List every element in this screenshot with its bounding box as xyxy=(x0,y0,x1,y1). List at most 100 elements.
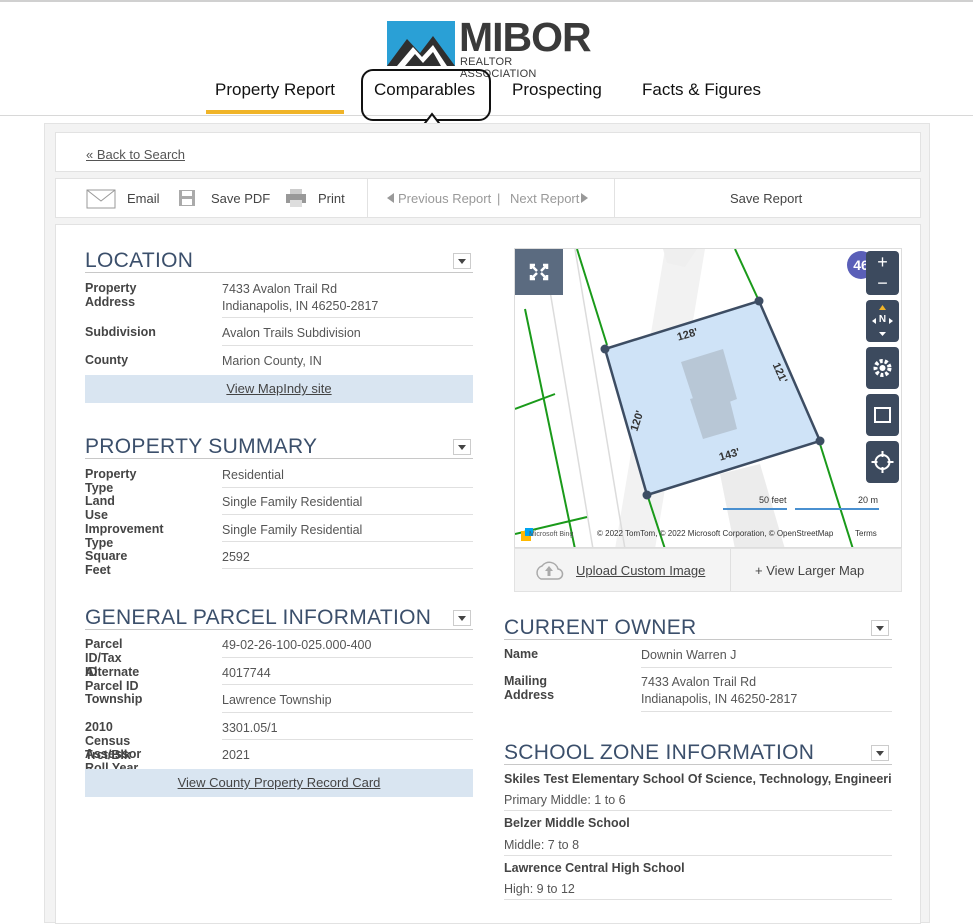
view-mapindy-link[interactable]: View MapIndy site xyxy=(85,375,473,403)
crosshair-icon xyxy=(871,451,894,473)
bing-credit: Microsoft Bing xyxy=(529,531,574,538)
save-report-button[interactable]: Save Report xyxy=(730,191,802,206)
next-report-link[interactable]: Next Report xyxy=(510,191,579,206)
zoom-out-icon[interactable]: − xyxy=(866,273,899,295)
field-value: Avalon Trails Subdivision xyxy=(222,326,361,340)
row-divider xyxy=(222,684,473,685)
back-panel: « Back to Search xyxy=(55,132,921,172)
row-divider xyxy=(222,568,473,569)
field-label: Land Use xyxy=(85,494,115,522)
parcel-info-title: GENERAL PARCEL INFORMATION xyxy=(85,606,432,629)
mountain-logo-icon xyxy=(387,21,455,66)
parcel-map[interactable]: 46 128' 121' 120' 143' 50 feet 20 m Micr… xyxy=(514,248,902,548)
address-line2: Indianapolis, IN 46250-2817 xyxy=(222,299,379,313)
field-label: Mailing Address xyxy=(504,674,555,702)
fullscreen-button[interactable] xyxy=(515,249,563,295)
email-icon[interactable] xyxy=(86,189,116,209)
print-icon[interactable] xyxy=(285,188,307,208)
select-box-icon xyxy=(874,407,891,423)
row-divider xyxy=(504,810,892,811)
row-divider xyxy=(222,345,473,346)
toolbar-separator xyxy=(614,179,615,217)
tab-facts-figures[interactable]: Facts & Figures xyxy=(642,80,761,100)
report-toolbar: Email Save PDF Print Previous Report | N… xyxy=(55,178,921,218)
map-attribution: © 2022 TomTom, © 2022 Microsoft Corporat… xyxy=(597,529,834,538)
map-settings-button[interactable] xyxy=(866,347,899,389)
field-value: Single Family Residential xyxy=(222,495,363,509)
row-divider xyxy=(641,711,892,712)
compass-control[interactable]: N xyxy=(866,300,899,342)
school-grades: Primary Middle: 1 to 6 xyxy=(504,793,626,807)
school-name: Belzer Middle School xyxy=(504,816,630,830)
row-divider xyxy=(222,739,473,740)
zoom-in-icon[interactable]: + xyxy=(866,251,899,273)
save-pdf-button[interactable]: Save PDF xyxy=(211,191,270,206)
collapse-summary-icon[interactable] xyxy=(453,439,471,455)
address-line2: Indianapolis, IN 46250-2817 xyxy=(641,692,798,706)
field-value: 2592 xyxy=(222,550,250,564)
field-label: Improvement Type xyxy=(85,522,164,550)
school-grades: Middle: 7 to 8 xyxy=(504,838,580,852)
gear-icon xyxy=(873,359,892,377)
zoom-controls: + − xyxy=(866,251,899,295)
field-label: Property Type xyxy=(85,467,137,495)
property-summary-title: PROPERTY SUMMARY xyxy=(85,435,318,458)
row-divider xyxy=(222,514,473,515)
row-divider xyxy=(222,487,473,488)
top-border xyxy=(0,0,973,2)
section-divider xyxy=(504,764,892,765)
school-zone-title: SCHOOL ZONE INFORMATION xyxy=(504,741,815,764)
previous-report-link[interactable]: Previous Report xyxy=(398,191,491,206)
section-divider xyxy=(504,639,892,640)
row-divider xyxy=(222,541,473,542)
scale-meters: 20 m xyxy=(858,495,879,505)
field-value: Residential xyxy=(222,468,284,482)
section-divider xyxy=(85,272,473,273)
address-line1: 7433 Avalon Trail Rd xyxy=(222,282,338,296)
tab-prospecting[interactable]: Prospecting xyxy=(512,80,602,100)
field-value: Lawrence Township xyxy=(222,693,332,707)
report-page: « Back to Search Email Save PDF Print Pr… xyxy=(44,123,930,924)
field-value: Downin Warren J xyxy=(641,648,737,662)
field-label: Name xyxy=(504,647,539,661)
field-value: 2021 xyxy=(222,748,250,762)
collapse-owner-icon[interactable] xyxy=(871,620,889,636)
field-label: County xyxy=(85,353,129,367)
map-actions-bar: Upload Custom Image + View Larger Map xyxy=(514,548,902,592)
print-button[interactable]: Print xyxy=(318,191,345,206)
section-divider xyxy=(85,629,473,630)
location-title: LOCATION xyxy=(85,249,194,272)
row-divider xyxy=(504,855,892,856)
email-button[interactable]: Email xyxy=(127,191,160,206)
mibor-logo[interactable]: MIBOR REALTOR ASSOCIATION xyxy=(387,14,592,80)
compass-north-label: N xyxy=(878,314,887,325)
cloud-upload-icon[interactable] xyxy=(533,559,565,581)
field-label: Property Address xyxy=(85,281,137,309)
collapse-school-icon[interactable] xyxy=(871,745,889,761)
collapse-location-icon[interactable] xyxy=(453,253,471,269)
upload-custom-image-link[interactable]: Upload Custom Image xyxy=(576,563,705,578)
current-owner-title: CURRENT OWNER xyxy=(504,616,697,639)
view-larger-map-link[interactable]: + View Larger Map xyxy=(755,563,864,578)
locate-me-button[interactable] xyxy=(866,441,899,483)
row-divider xyxy=(504,899,892,900)
school-name: Skiles Test Elementary School Of Science… xyxy=(504,772,892,786)
view-county-record-link[interactable]: View County Property Record Card xyxy=(85,769,473,797)
field-value: 7433 Avalon Trail Rd Indianapolis, IN 46… xyxy=(641,674,881,708)
back-to-search-link[interactable]: « Back to Search xyxy=(86,147,185,162)
address-line1: 7433 Avalon Trail Rd xyxy=(641,675,757,689)
row-divider xyxy=(641,667,892,668)
field-value: 49-02-26-100-025.000-400 xyxy=(222,638,372,652)
collapse-parcel-icon[interactable] xyxy=(453,610,471,626)
field-label: Township xyxy=(85,692,143,706)
map-terms-link[interactable]: Terms xyxy=(855,529,877,538)
map-bar-divider xyxy=(730,549,731,591)
tab-property-report[interactable]: Property Report xyxy=(206,80,344,114)
row-divider xyxy=(222,657,473,658)
report-nav-divider: | xyxy=(497,191,501,206)
field-label: Alternate Parcel ID xyxy=(85,665,140,693)
select-area-button[interactable] xyxy=(866,394,899,436)
save-pdf-icon[interactable] xyxy=(178,189,196,207)
field-value: Marion County, IN xyxy=(222,354,322,368)
map-canvas xyxy=(515,249,901,547)
